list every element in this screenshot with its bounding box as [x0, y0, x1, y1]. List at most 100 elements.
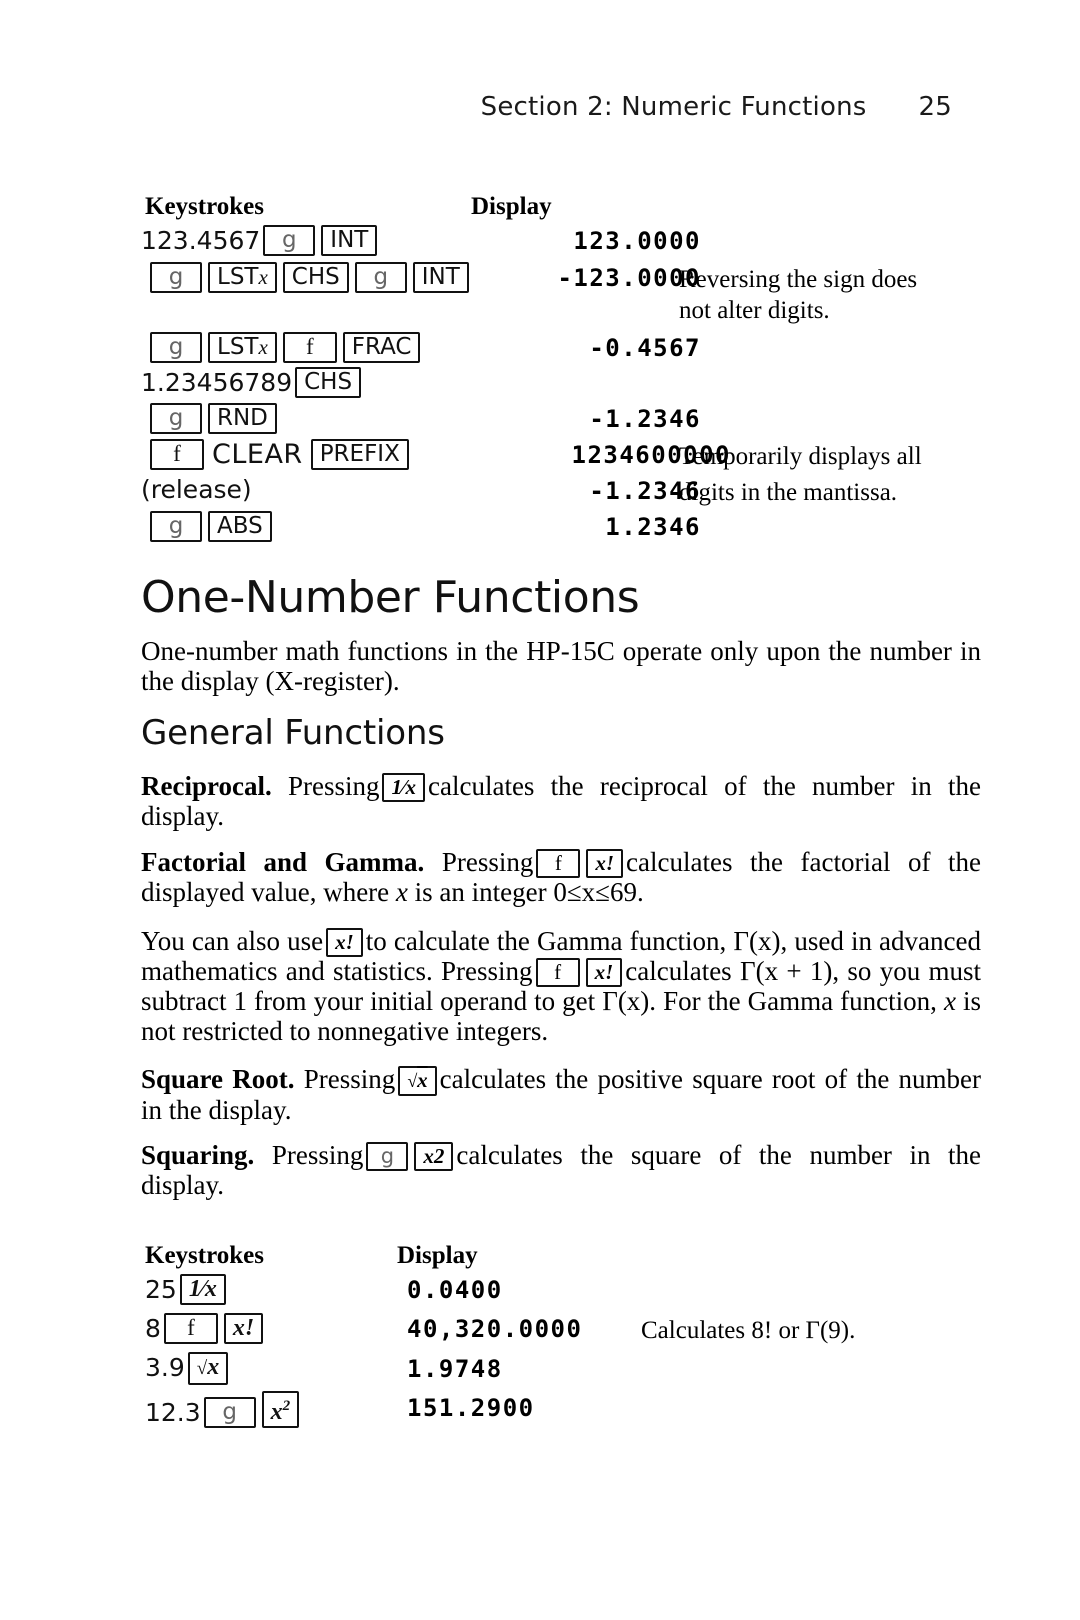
paragraph-squaring: Squaring. Pressing g x2 calculates the squa… [141, 1140, 981, 1201]
table-row: g RND -1.2346 [141, 401, 981, 437]
key-g[interactable]: g [366, 1142, 409, 1171]
table-top-row1-note: Reversing the sign does [679, 266, 918, 293]
key-factorial[interactable]: x! [223, 1313, 264, 1344]
table-row: (release) -1.2346 digits in the mantissa… [141, 473, 981, 509]
table-top-header-row: Keystrokes Display [141, 193, 981, 225]
table-bottom-row1-display: 40,320.0000 [407, 1315, 583, 1343]
key-int[interactable]: INT [412, 262, 469, 293]
text-factorial-a: Pressing [441, 847, 534, 877]
subsection-heading-general-functions: General Functions [141, 713, 445, 753]
text-reciprocal-a: Pressing [287, 771, 380, 801]
key-frac[interactable]: FRAC [342, 332, 421, 363]
table-top-row6-keys: f CLEAR PREFIX [147, 439, 412, 470]
key-f[interactable]: f [536, 849, 581, 878]
key-lstx[interactable]: LSTx [208, 332, 277, 363]
key-square-root[interactable]: √x [398, 1066, 437, 1096]
paragraph-square-root: Square Root. Pressing √x calculates the po… [141, 1064, 981, 1126]
section-heading-one-number-functions: One-Number Functions [141, 572, 640, 623]
label-reciprocal: Reciprocal. [141, 771, 272, 801]
key-rnd[interactable]: RND [208, 403, 277, 434]
table-top-row1-display: -123.0000 [557, 264, 701, 292]
key-square-root[interactable]: √x [187, 1352, 229, 1385]
table-top-row0-keys: 123.4567 g INT [141, 225, 380, 256]
table-row: 1.23456789 CHS [141, 365, 981, 401]
key-int[interactable]: INT [321, 225, 378, 256]
key-factorial[interactable]: x! [585, 958, 623, 987]
key-f[interactable]: f [150, 439, 204, 470]
header-section-title: Section 2: Numeric Functions [480, 92, 867, 122]
key-x-squared[interactable]: x2 [414, 1142, 454, 1171]
text-gamma-a: You can also use [141, 926, 324, 956]
key-literal: 8 [145, 1314, 161, 1343]
table-bottom-header-row: Keystrokes Display [145, 1242, 985, 1274]
table-top-row8-keys: g ABS [147, 511, 275, 542]
key-literal: 123.4567 [141, 226, 261, 255]
table-bottom-row3-display: 151.2900 [407, 1394, 535, 1422]
table-row: 8 f x! 40,320.0000 Calculates 8! or Γ(9). [145, 1311, 985, 1348]
table-bottom-row2-keys: 3.9 √x [145, 1352, 231, 1385]
table-top-row1-keys: g LSTx CHS g INT [147, 262, 472, 293]
key-chs[interactable]: CHS [282, 262, 349, 293]
key-prefix[interactable]: PREFIX [310, 439, 409, 470]
paragraph-reciprocal: Reciprocal. Pressing 1⁄x calculates the re… [141, 771, 981, 832]
key-literal: 25 [145, 1275, 177, 1304]
key-f[interactable]: f [535, 958, 580, 987]
table-bottom-row3-keys: 12.3 g x2 [145, 1391, 302, 1428]
table-bottom-row1-keys: 8 f x! [145, 1313, 266, 1344]
table-top-row8-display: 1.2346 [605, 513, 701, 541]
page-number: 25 [918, 92, 952, 122]
table-row: 25 1⁄x 0.0400 [145, 1274, 985, 1311]
table-top-col-display: Display [471, 193, 552, 220]
table-top-row7-note: digits in the mantissa. [679, 479, 898, 506]
text-gamma-x: x [943, 986, 956, 1016]
text-squaring-b: calculates the square of the number in t… [141, 1140, 981, 1200]
table-row: not alter digits. [141, 297, 981, 328]
key-factorial[interactable]: x! [586, 849, 624, 878]
key-chs[interactable]: CHS [295, 367, 362, 398]
text-factorial-c: is an integer 0≤x≤69. [414, 877, 644, 907]
table-row: g LSTx CHS g INT -123.0000 Reversing the sig… [141, 262, 981, 299]
text-squaring-a: Pressing [271, 1140, 364, 1170]
key-reciprocal-icon[interactable]: 1⁄x [179, 1274, 226, 1305]
table-row: g ABS 1.2346 [141, 509, 981, 545]
key-reciprocal-icon[interactable]: 1⁄x [382, 773, 425, 802]
key-lstx[interactable]: LSTx [208, 262, 277, 293]
key-x-squared[interactable]: x2 [261, 1391, 300, 1428]
key-literal: 1.23456789 [141, 368, 293, 397]
key-literal: 3.9 [145, 1353, 185, 1382]
key-f[interactable]: f [163, 1313, 218, 1344]
table-top-row5-keys: g RND [147, 403, 280, 434]
label-square-root: Square Root. [141, 1064, 295, 1094]
key-g[interactable]: g [150, 511, 202, 542]
keystroke-table-bottom: Keystrokes Display 25 1⁄x 0.0400 8 f x! 40,… [145, 1242, 985, 1428]
table-bottom-row0-display: 0.0400 [407, 1276, 503, 1304]
intro-paragraph: One-number math functions in the HP-15C … [141, 636, 981, 696]
key-factorial[interactable]: x! [326, 928, 363, 957]
table-top-row6-note: Temporarily displays all [679, 443, 922, 470]
table-row: f CLEAR PREFIX 1234600000 Temporarily disp… [141, 437, 981, 473]
table-row: 123.4567 g INT 123.0000 [141, 225, 981, 262]
paragraph-gamma: You can also use x! to calculate the Gamma… [141, 926, 981, 1046]
keystroke-table-top: Keystrokes Display 123.4567 g INT 123.0000… [141, 193, 981, 545]
key-g[interactable]: g [150, 403, 202, 434]
key-g[interactable]: g [150, 332, 202, 363]
label-factorial: Factorial and Gamma. [141, 847, 425, 877]
table-bottom-col-display: Display [397, 1242, 478, 1269]
table-bottom-row1-note: Calculates 8! or Γ(9). [641, 1317, 856, 1344]
table-top-row5-display: -1.2346 [589, 405, 701, 433]
key-abs[interactable]: ABS [208, 511, 272, 542]
table-top-row3-keys: g LSTx f FRAC [147, 332, 423, 363]
key-g[interactable]: g [354, 262, 407, 293]
table-bottom-row2-display: 1.9748 [407, 1355, 503, 1383]
page-header: Section 2: Numeric Functions 25 [0, 92, 952, 122]
key-g[interactable]: g [203, 1397, 256, 1428]
key-clear-label: CLEAR [212, 439, 303, 470]
key-g[interactable]: g [150, 262, 202, 293]
table-bottom-row0-keys: 25 1⁄x [145, 1274, 229, 1305]
label-squaring: Squaring. [141, 1140, 255, 1170]
table-row: g LSTx f FRAC -0.4567 [141, 328, 981, 365]
table-top-row7-display: -1.2346 [589, 477, 701, 505]
key-g[interactable]: g [263, 225, 316, 256]
table-bottom-col-keystrokes: Keystrokes [145, 1242, 264, 1269]
key-f[interactable]: f [282, 332, 337, 363]
